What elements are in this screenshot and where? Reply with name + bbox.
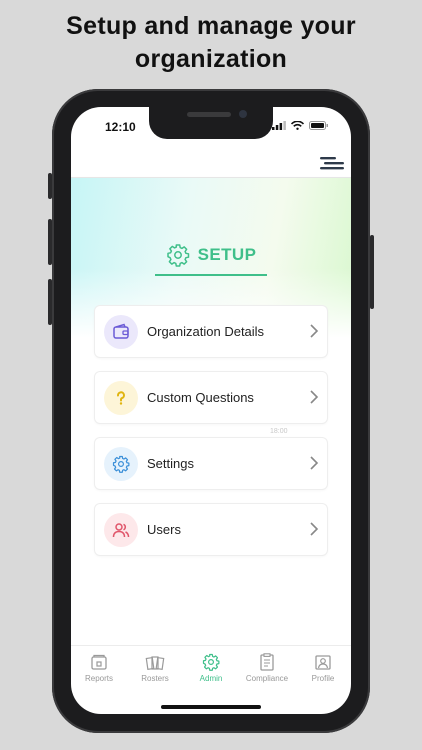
rosters-icon xyxy=(145,655,165,670)
volume-up-button xyxy=(48,219,52,265)
bottom-tab-bar: Reports Rosters Admin Compliance Profile xyxy=(71,645,351,690)
menu-item-users[interactable]: Users xyxy=(94,503,328,556)
users-icon-badge xyxy=(104,512,138,547)
tab-label: Profile xyxy=(311,673,335,683)
wallet-icon xyxy=(113,323,129,339)
volume-down-button xyxy=(48,279,52,325)
tab-compliance[interactable]: Compliance xyxy=(239,653,295,683)
silent-switch xyxy=(48,173,52,199)
status-icons xyxy=(272,121,329,130)
setup-underline xyxy=(155,274,267,276)
wifi-icon xyxy=(291,121,304,130)
chevron-right-icon xyxy=(310,456,319,470)
home-indicator xyxy=(161,705,261,709)
gear-icon-badge xyxy=(104,446,138,481)
wallet-icon-badge xyxy=(104,314,138,349)
profile-icon xyxy=(315,654,331,670)
question-icon xyxy=(117,390,125,405)
setup-menu-list: Organization Details Custom Questions Se… xyxy=(94,305,328,569)
menu-item-label: Settings xyxy=(147,456,194,471)
question-icon-badge xyxy=(104,380,138,415)
tab-reports[interactable]: Reports xyxy=(71,654,127,683)
headline-line-1: Setup and manage your xyxy=(66,12,356,40)
headline-line-2: organization xyxy=(134,45,288,73)
menu-item-custom-questions[interactable]: Custom Questions xyxy=(94,371,328,424)
phone-frame: 12:10 SETUP Organization Details Custom … xyxy=(48,89,374,733)
chevron-right-icon xyxy=(310,390,319,404)
speaker-grille xyxy=(187,112,231,117)
menu-item-label: Custom Questions xyxy=(147,390,254,405)
reports-icon xyxy=(91,654,107,670)
headline: Setup and manage your organization xyxy=(0,10,422,76)
tab-label: Reports xyxy=(84,673,113,683)
gear-icon xyxy=(166,244,189,267)
power-button xyxy=(370,235,374,309)
tab-label: Rosters xyxy=(141,673,169,683)
app-screen: 12:10 SETUP Organization Details Custom … xyxy=(71,107,351,714)
menu-item-label: Users xyxy=(147,522,181,537)
tab-profile[interactable]: Profile xyxy=(295,654,351,683)
compliance-icon xyxy=(260,653,274,671)
tab-admin[interactable]: Admin xyxy=(183,653,239,683)
top-bar xyxy=(71,147,351,179)
signal-icon xyxy=(272,121,286,130)
menu-item-settings[interactable]: Settings xyxy=(94,437,328,490)
ghost-time-label: 18:00 xyxy=(270,428,288,435)
gear-icon xyxy=(202,653,220,671)
setup-title: SETUP xyxy=(197,245,257,264)
menu-item-organization-details[interactable]: Organization Details xyxy=(94,305,328,358)
tab-label: Compliance xyxy=(245,674,289,683)
tab-label: Admin xyxy=(199,674,223,683)
menu-icon[interactable] xyxy=(319,153,345,173)
notch xyxy=(149,107,273,139)
gear-icon xyxy=(112,455,130,473)
status-time: 12:10 xyxy=(105,120,136,134)
chevron-right-icon xyxy=(310,324,319,338)
menu-item-label: Organization Details xyxy=(147,324,265,339)
tab-rosters[interactable]: Rosters xyxy=(127,654,183,683)
setup-header: SETUP xyxy=(71,243,351,267)
battery-icon xyxy=(309,121,328,130)
chevron-right-icon xyxy=(310,522,319,536)
front-camera xyxy=(239,110,247,118)
users-icon xyxy=(112,522,130,537)
